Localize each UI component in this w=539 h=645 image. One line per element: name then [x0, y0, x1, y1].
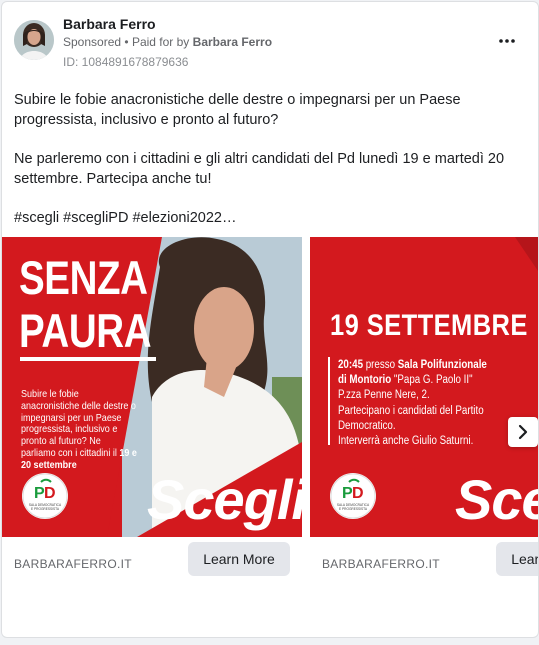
body-paragraph: Subire le fobie anacronistiche delle des…: [14, 92, 461, 128]
event-line: P.zza Penne Nere, 2.: [338, 389, 430, 402]
event-text: "Papa G. Paolo II": [391, 374, 473, 387]
pd-logo: P D SALA DEMOCRATICA E PROGRESSISTA: [22, 473, 68, 519]
pd-logo-icon: P D SALA DEMOCRATICA E PROGRESSISTA: [22, 473, 68, 519]
event-line: di Montorio "Papa G. Paolo II": [338, 373, 525, 388]
sponsored-label: Sponsored: [63, 35, 122, 49]
learn-more-button[interactable]: Learn More: [496, 542, 538, 576]
body-paragraph: Ne parleremo con i cittadini e gli altri…: [14, 151, 505, 187]
card-footer: BARBARAFERRO.IT Learn More: [2, 537, 302, 585]
svg-text:D: D: [44, 485, 56, 502]
event-time: 20:45: [338, 359, 364, 371]
carousel-card[interactable]: 19 SETTEMBRE 20:45 presso Sala Polifunzi…: [310, 237, 538, 585]
creative-image[interactable]: 19 SETTEMBRE 20:45 presso Sala Polifunzi…: [310, 237, 538, 537]
carousel-card[interactable]: SENZA PAURA Subire le fobie anacronistic…: [2, 237, 302, 585]
card-footer: BARBARAFERRO.IT Learn More: [310, 537, 538, 585]
slogan: Sceg: [455, 468, 538, 531]
event-place: Sala Polifunzionale: [397, 359, 487, 371]
headline: SENZA PAURA: [19, 251, 152, 357]
paid-for-prefix: Paid for by: [131, 35, 190, 49]
meta-separator: •: [124, 35, 129, 49]
sponsored-meta: Sponsored • Paid for by Barbara Ferro: [63, 35, 272, 49]
headline-line: SENZA: [19, 251, 148, 304]
slogan: Scegli.: [147, 468, 302, 531]
learn-more-button[interactable]: Learn More: [188, 542, 290, 576]
pd-logo: P D SALA DEMOCRATICA E PROGRESSISTA: [330, 473, 376, 519]
more-options-button[interactable]: [495, 30, 519, 50]
event-place: di Montorio: [338, 374, 392, 387]
carousel: SENZA PAURA Subire le fobie anacronistic…: [2, 237, 538, 585]
event-details: 20:45 presso Sala Polifunzionale di Mont…: [338, 358, 525, 449]
avatar-image: [14, 20, 54, 60]
text-rule: [328, 357, 330, 445]
creative-text: Subire le fobie anacronistiche delle des…: [21, 388, 137, 472]
more-icon: [499, 39, 515, 43]
creative-image[interactable]: SENZA PAURA Subire le fobie anacronistic…: [2, 237, 302, 537]
event-text: presso: [363, 359, 398, 371]
pd-logo-caption: E PROGRESSISTA: [31, 507, 60, 511]
headline-underline: [20, 357, 156, 361]
link-domain[interactable]: BARBARAFERRO.IT: [322, 557, 440, 571]
page-name[interactable]: Barbara Ferro: [63, 16, 156, 32]
avatar[interactable]: [14, 20, 54, 60]
event-line: 20:45 presso Sala Polifunzionale: [338, 358, 525, 373]
carousel-next-button[interactable]: [508, 417, 538, 447]
link-domain[interactable]: BARBARAFERRO.IT: [14, 557, 132, 571]
ad-id: ID: 1084891678879636: [63, 55, 189, 69]
pd-logo-icon: P D SALA DEMOCRATICA E PROGRESSISTA: [330, 473, 376, 519]
paid-for-name: Barbara Ferro: [192, 35, 273, 49]
ad-card: Barbara Ferro Sponsored • Paid for by Ba…: [1, 1, 539, 638]
event-line: Interverrà anche Giulio Saturni.: [338, 435, 474, 448]
chevron-right-icon: [518, 424, 528, 440]
headline-line: PAURA: [19, 304, 152, 357]
event-line: Democratico.: [338, 419, 396, 432]
hashtags[interactable]: #scegli #scegliPD #elezioni2022…: [14, 208, 529, 228]
pd-logo-caption: E PROGRESSISTA: [339, 507, 368, 511]
post-body: Subire le fobie anacronistiche delle des…: [14, 90, 529, 247]
post-header: Barbara Ferro Sponsored • Paid for by Ba…: [2, 2, 538, 82]
date-headline: 19 SETTEMBRE: [330, 309, 528, 342]
svg-text:D: D: [352, 485, 364, 502]
event-line: Partecipano i candidati del Partito: [338, 404, 484, 417]
